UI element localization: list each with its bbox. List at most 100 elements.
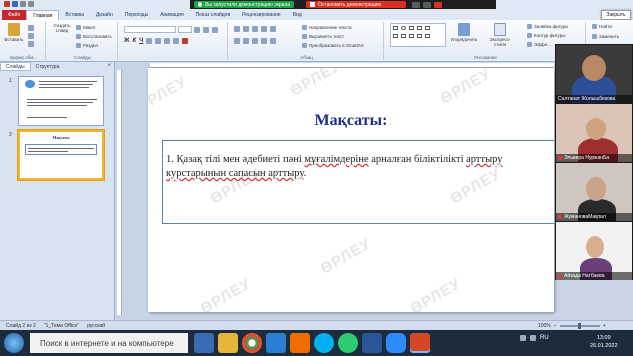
- numbering-icon[interactable]: [243, 26, 249, 32]
- clock[interactable]: 13:09 26.01.2022: [590, 334, 618, 350]
- replace-button[interactable]: Заменить: [592, 34, 619, 39]
- tab-slideshow[interactable]: Показ слайдов: [190, 10, 236, 20]
- tab-outline[interactable]: Структура: [31, 64, 65, 70]
- stop-share-button[interactable]: Остановить демонстрацию: [306, 1, 406, 8]
- participant-tile[interactable]: Эльвира НуржанБа: [556, 104, 632, 162]
- tab-slides[interactable]: Слайды: [0, 62, 31, 71]
- format-painter-icon[interactable]: [28, 41, 34, 47]
- font-name-select[interactable]: [124, 26, 176, 33]
- bullets-icon[interactable]: [234, 26, 240, 32]
- strikethrough-icon[interactable]: [155, 38, 162, 44]
- callout-shape-icon[interactable]: [393, 34, 398, 38]
- quick-styles-button[interactable]: Экспресс-стили: [484, 23, 516, 47]
- font-size-select[interactable]: [178, 26, 192, 33]
- underline-icon[interactable]: Ч: [139, 38, 143, 44]
- file-explorer-icon[interactable]: [218, 333, 238, 353]
- zoom-slider-handle[interactable]: [577, 323, 581, 329]
- chrome-icon[interactable]: [242, 333, 262, 353]
- participant-tile[interactable]: Салтанат Жолышбекова: [556, 45, 632, 103]
- tab-home[interactable]: Главная: [26, 10, 60, 20]
- pause-share-icon[interactable]: [412, 1, 420, 8]
- redo-icon[interactable]: [28, 1, 34, 7]
- zoom-in-icon[interactable]: +: [603, 323, 606, 329]
- layout-button[interactable]: Макет: [76, 25, 96, 30]
- language-switch[interactable]: RU: [540, 335, 549, 341]
- triangle-shape-icon[interactable]: [425, 26, 430, 30]
- undo-icon[interactable]: [20, 1, 26, 7]
- curve-shape-icon[interactable]: [417, 34, 422, 38]
- slide-body-text[interactable]: 1. Қазақ тілі мен әдебиеті пәні мұғалімд…: [166, 153, 554, 181]
- star-shape-icon[interactable]: [401, 34, 406, 38]
- word-icon[interactable]: [362, 333, 382, 353]
- tab-review[interactable]: Рецензирование: [236, 10, 287, 20]
- smartart-button[interactable]: Преобразовать в SmartArt: [302, 43, 364, 48]
- tab-file[interactable]: Файл: [2, 10, 27, 20]
- network-icon[interactable]: [520, 335, 526, 341]
- tab-transitions[interactable]: Переходы: [119, 10, 154, 20]
- zoom-level[interactable]: 100%: [538, 323, 551, 329]
- section-button[interactable]: Раздел: [76, 43, 98, 48]
- end-icon[interactable]: [434, 1, 442, 8]
- copy-icon[interactable]: [28, 33, 34, 39]
- paste-button[interactable]: Вставить: [4, 23, 24, 42]
- powerpoint-icon[interactable]: [410, 333, 430, 353]
- save-icon[interactable]: [12, 1, 18, 7]
- columns-icon[interactable]: [270, 38, 276, 44]
- tab-insert[interactable]: Вставка: [59, 10, 90, 20]
- clear-format-icon[interactable]: [212, 27, 218, 33]
- text-direction-button[interactable]: Направление текста: [302, 25, 352, 30]
- shadow-icon[interactable]: [146, 38, 153, 44]
- skype-icon[interactable]: [314, 333, 334, 353]
- participant-tile[interactable]: Айзада Натбаева: [556, 222, 632, 280]
- tab-design[interactable]: Дизайн: [90, 10, 119, 20]
- oval-shape-icon[interactable]: [401, 26, 406, 30]
- zoom-app-icon[interactable]: [386, 333, 406, 353]
- decrease-indent-icon[interactable]: [252, 26, 258, 32]
- zoom-slider[interactable]: [559, 323, 600, 329]
- increase-indent-icon[interactable]: [261, 26, 267, 32]
- whatsapp-icon[interactable]: [338, 333, 358, 353]
- volume-icon[interactable]: [530, 335, 536, 341]
- ie-icon[interactable]: [266, 333, 286, 353]
- case-icon[interactable]: [173, 38, 180, 44]
- line-shape-icon[interactable]: [409, 26, 414, 30]
- close-icon[interactable]: ×: [107, 63, 111, 69]
- zoom-out-icon[interactable]: −: [554, 323, 557, 329]
- spacing-icon[interactable]: [164, 38, 171, 44]
- annotate-icon[interactable]: [423, 1, 431, 8]
- more-shapes-icon[interactable]: [425, 34, 430, 38]
- bold-icon[interactable]: Ж: [124, 38, 129, 44]
- grow-font-icon[interactable]: [194, 27, 200, 33]
- taskbar-search[interactable]: Поиск в интернете и на компьютере: [30, 333, 188, 353]
- align-center-icon[interactable]: [243, 38, 249, 44]
- current-slide[interactable]: ӨРЛЕУ ӨРЛЕУ ӨРЛЕУ ӨРЛЕУ ӨРЛЕУ ӨРЛЕУ ӨРЛЕ…: [148, 68, 554, 312]
- font-color-icon[interactable]: [182, 38, 189, 44]
- tab-animation[interactable]: Анимация: [154, 10, 189, 20]
- slide-title[interactable]: Мақсаты:: [148, 112, 554, 130]
- shape-fill-button[interactable]: Заливка фигуры: [527, 24, 568, 29]
- brace-shape-icon[interactable]: [409, 34, 414, 38]
- shape-effects-button[interactable]: Эффе...: [527, 42, 551, 47]
- align-right-icon[interactable]: [252, 38, 258, 44]
- justify-icon[interactable]: [261, 38, 267, 44]
- align-left-icon[interactable]: [234, 38, 240, 44]
- align-text-button[interactable]: Выровнять текст: [302, 34, 344, 39]
- line-spacing-icon[interactable]: [270, 26, 276, 32]
- start-button[interactable]: [4, 333, 24, 353]
- shapes-gallery[interactable]: [390, 23, 446, 47]
- reset-button[interactable]: Восстановить: [76, 34, 112, 39]
- arrow-shape-icon[interactable]: [417, 26, 422, 30]
- rectangle-shape-icon[interactable]: [393, 26, 398, 30]
- new-slide-button[interactable]: Создать слайд: [50, 23, 210, 104]
- tab-view[interactable]: Вид: [287, 10, 308, 20]
- participant-tile[interactable]: ЖумановаМақпал: [556, 163, 632, 221]
- firefox-icon[interactable]: [290, 333, 310, 353]
- shape-outline-button[interactable]: Контур фигуры: [527, 33, 565, 38]
- find-button[interactable]: Найти: [592, 24, 612, 29]
- task-view-icon[interactable]: [194, 333, 214, 353]
- arrange-button[interactable]: Упорядочить: [450, 23, 478, 42]
- slide-thumbnail-2[interactable]: Мақсаты: [18, 130, 104, 180]
- language-indicator[interactable]: русский: [87, 323, 105, 329]
- cut-icon[interactable]: [28, 25, 34, 31]
- italic-icon[interactable]: К: [132, 38, 136, 44]
